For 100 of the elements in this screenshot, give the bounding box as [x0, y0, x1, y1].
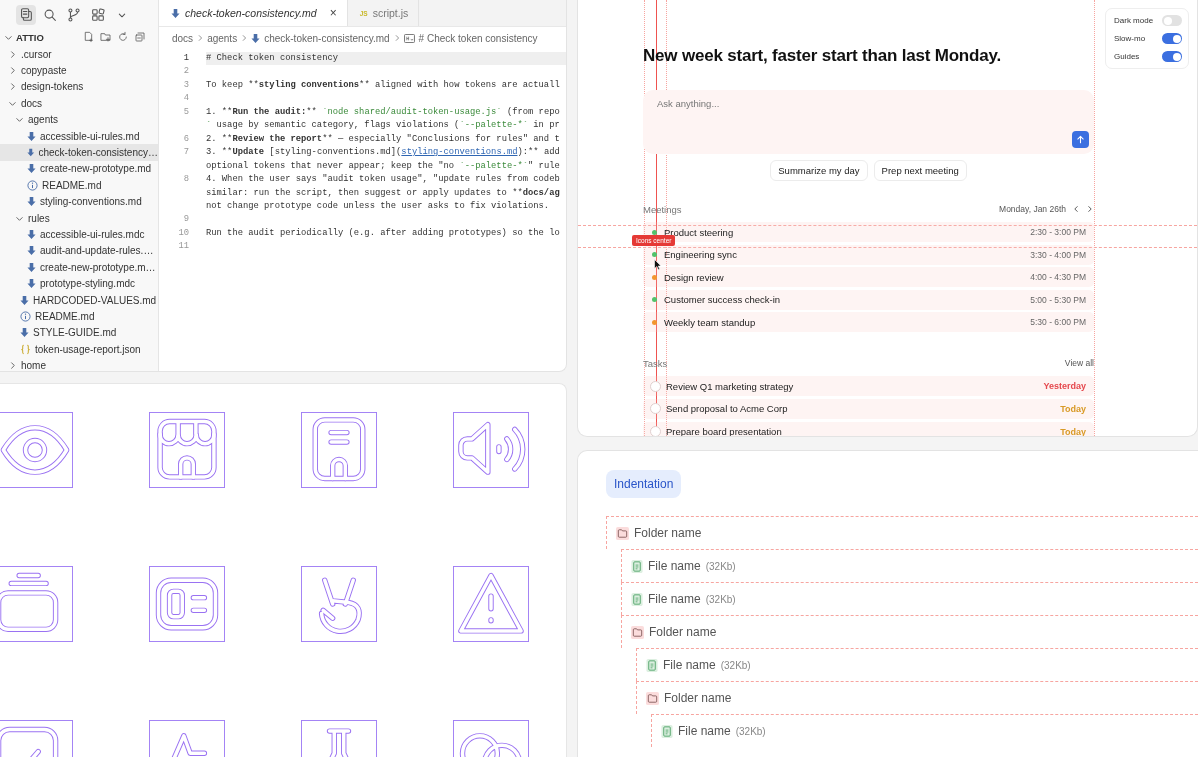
code-line: 2. **Review the report** — especially "Conclusions for rules" and t	[206, 132, 561, 146]
setting-label: Guides	[1114, 52, 1140, 61]
code-line: not change prototype code unless the user asks to fix violations.	[206, 200, 551, 213]
toggle-switch[interactable]	[1162, 33, 1182, 44]
chevron-right-icon[interactable]	[196, 34, 205, 42]
tree-row[interactable]: File name (32Kb)	[621, 549, 1198, 582]
task-row[interactable]: Send proposal to Acme Corp Today	[643, 398, 1094, 419]
file-size: (32Kb)	[705, 560, 736, 572]
meeting-time: 2:30 - 3:00 PM	[1030, 227, 1086, 237]
tree-row[interactable]: File name (32Kb)	[636, 648, 1198, 681]
code-line: To keep **styling conventions** aligned with how tokens are actuall	[206, 78, 561, 92]
braces-icon	[20, 343, 31, 355]
file-item[interactable]: README.md	[0, 177, 158, 194]
new-folder-icon[interactable]	[100, 31, 112, 43]
folder-icon	[631, 625, 644, 639]
file-item[interactable]: create-new-prototype.md	[0, 160, 158, 178]
file-name: File name	[663, 658, 716, 672]
line-number: 7	[182, 146, 189, 160]
meeting-row[interactable]: Engineering sync 3:30 - 4:00 PM	[643, 244, 1094, 265]
view-all-link[interactable]: View all	[1064, 358, 1094, 369]
folder-icon	[646, 691, 659, 705]
folder-item[interactable]: docs	[0, 95, 158, 112]
folder-item[interactable]: home	[0, 357, 158, 371]
code-line: 4. When the user says "audit token usage", "update rules from codeb	[206, 173, 561, 187]
folder-item[interactable]: design-tokens	[0, 78, 158, 96]
file-item[interactable]: create-new-prototype.m…	[0, 259, 158, 276]
line-number: 8	[182, 173, 189, 187]
folder-name: Folder name	[634, 526, 702, 540]
file-item[interactable]: STYLE-GUIDE.md	[0, 324, 158, 342]
file-item[interactable]: accessible-ui-rules.mdc	[0, 226, 158, 243]
file-item[interactable]: token-usage-report.json	[0, 341, 158, 358]
chevron-down-icon[interactable]	[15, 115, 24, 125]
file-item[interactable]: styling-conventions.md	[0, 193, 158, 210]
task-title: Review Q1 marketing strategy	[666, 380, 795, 392]
arrow-down-icon	[251, 32, 261, 44]
chevron-right-icon[interactable]	[8, 66, 17, 76]
task-checkbox[interactable]	[650, 426, 661, 436]
chevron-right-icon[interactable]	[240, 34, 249, 42]
chevron-right-icon[interactable]	[8, 82, 17, 92]
meeting-title: Product steering	[664, 226, 735, 238]
task-checkbox[interactable]	[650, 403, 661, 415]
task-checkbox[interactable]	[650, 380, 661, 392]
task-row[interactable]: Review Q1 marketing strategy Yesterday	[643, 376, 1094, 397]
collapse-icon[interactable]	[134, 31, 146, 43]
file-item[interactable]: check-token-consistency…	[0, 144, 158, 161]
tree-row[interactable]: File name (32Kb)	[621, 582, 1198, 615]
arrow-down-icon	[27, 130, 36, 142]
meeting-title: Customer success check-in	[664, 294, 782, 306]
chevron-right-icon[interactable]	[8, 49, 17, 59]
files-icon[interactable]	[16, 5, 36, 25]
meeting-row[interactable]: Weekly team standup 5:30 - 6:00 PM	[643, 312, 1094, 333]
file-item[interactable]: prototype-styling.mdc	[0, 275, 158, 292]
breadcrumb[interactable]: docs	[172, 32, 194, 44]
line-number: 5	[182, 105, 189, 119]
suggestion-chip[interactable]: Summarize my day	[770, 160, 868, 181]
suggestion-chip[interactable]: Prep next meeting	[873, 160, 967, 181]
file-size: (32Kb)	[720, 659, 751, 671]
line-number: 11	[177, 240, 189, 254]
line-number: 9	[182, 213, 189, 227]
file-item[interactable]: audit-and-update-rules.…	[0, 242, 158, 260]
meeting-row[interactable]: Customer success check-in 5:00 - 5:30 PM	[643, 289, 1094, 310]
file-item[interactable]: HARDCODED-VALUES.md	[0, 291, 158, 309]
meeting-row[interactable]: Design review 4:00 - 4:30 PM	[643, 267, 1094, 288]
line-number: 2	[182, 65, 189, 79]
refresh-icon[interactable]	[117, 31, 129, 43]
editor-tab[interactable]: check-token-consistency.md ×	[159, 0, 348, 26]
arrow-down-icon	[27, 229, 36, 240]
task-title: Send proposal to Acme Corp	[666, 403, 789, 415]
date-label: Monday, Jan 26th	[999, 204, 1066, 214]
setting-label: Dark mode	[1114, 16, 1154, 25]
file-icon	[631, 559, 643, 573]
warning-icon	[453, 566, 529, 642]
breadcrumb[interactable]: agents	[207, 32, 238, 44]
folder-item[interactable]: copypaste	[0, 62, 158, 79]
folder-name: Folder name	[649, 625, 717, 639]
toggle-switch[interactable]	[1162, 51, 1182, 62]
chevron-left-icon[interactable]	[1072, 205, 1080, 213]
toggle-switch[interactable]	[1162, 15, 1182, 26]
folder-item[interactable]: rules	[0, 209, 158, 227]
file-item[interactable]: accessible-ui-rules.md	[0, 127, 158, 145]
chevron-right-icon[interactable]	[1086, 205, 1094, 213]
tree-row[interactable]: Folder name	[606, 516, 1198, 549]
send-button[interactable]	[1072, 131, 1089, 148]
tree-row[interactable]: Folder name	[621, 615, 1198, 648]
arrow-down-icon	[27, 261, 36, 273]
breadcrumb[interactable]: check-token-consistency.md	[251, 32, 390, 44]
file-icon	[661, 724, 673, 738]
meeting-time: 4:00 - 4:30 PM	[1030, 272, 1086, 283]
new-file-icon[interactable]	[83, 31, 95, 43]
tree-row[interactable]: File name (32Kb)	[651, 714, 1198, 747]
close-button[interactable]: ×	[329, 6, 337, 20]
tree-row[interactable]: Folder name	[636, 681, 1198, 714]
file-item[interactable]: README.md	[0, 308, 158, 325]
folder-item[interactable]: agents	[0, 111, 158, 128]
line-number: 3	[182, 78, 189, 92]
info-icon	[27, 179, 38, 191]
breadcrumb[interactable]: # Check token consistency	[403, 32, 538, 44]
chevron-right-icon[interactable]	[8, 361, 17, 371]
ask-field[interactable]: Ask anything...	[643, 90, 1094, 154]
folder-item[interactable]: .cursor	[0, 46, 158, 63]
